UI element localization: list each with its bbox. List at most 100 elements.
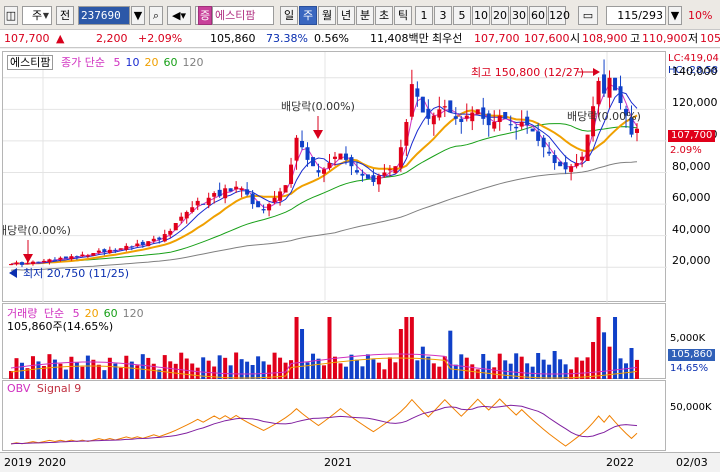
candle-body xyxy=(332,156,337,159)
volume-bar xyxy=(552,351,557,379)
obv-legend: OBV Signal 9 xyxy=(7,382,81,395)
volume-bar xyxy=(102,370,107,379)
volume-bar xyxy=(580,360,585,379)
tab-6[interactable]: 틱 xyxy=(394,6,412,25)
candle-body xyxy=(541,137,546,148)
volume-bar xyxy=(332,356,337,379)
volume-bar xyxy=(228,365,233,379)
period-select-value: 주 xyxy=(31,9,43,22)
chart-area[interactable]: 최고 150,800 (12/27) 최저 20,750 (11/25) 배당락(0… xyxy=(0,49,720,472)
candle-body xyxy=(376,175,381,185)
candle-body xyxy=(228,188,233,192)
candle-body xyxy=(245,189,250,195)
code-dropdown-icon[interactable]: ▼ xyxy=(131,6,145,25)
stock-code-input[interactable]: 237690 xyxy=(78,6,130,25)
x-axis: 2019 2020 2021 2022 02/03 xyxy=(0,452,720,472)
legend-ma-60: 60 xyxy=(163,56,178,69)
current-price: 107,700 xyxy=(4,32,50,45)
candle-body xyxy=(558,161,563,167)
interval-button-30[interactable]: 30 xyxy=(510,6,528,25)
settings-icon[interactable]: ▭ xyxy=(578,6,598,25)
volume-bar xyxy=(179,352,184,379)
volume: 105,860 xyxy=(210,32,256,45)
volume-bar xyxy=(272,352,277,379)
volume-bar xyxy=(300,329,305,379)
interval-button-120[interactable]: 120 xyxy=(548,6,570,25)
candle-body xyxy=(530,128,535,132)
count-value: 115 xyxy=(617,9,639,22)
chevron-down-icon: ▼ xyxy=(42,11,49,20)
volume-panel[interactable]: 거래량 단순 5 20 60 120 105,860주(14.65%) xyxy=(2,303,666,379)
candle-body xyxy=(519,121,524,127)
low-label: 저 xyxy=(688,32,699,45)
volume-bar xyxy=(602,332,607,379)
volume-bar xyxy=(36,361,41,379)
candle-body xyxy=(201,203,206,205)
candle-body xyxy=(349,157,354,167)
candle-body xyxy=(327,163,332,169)
volume-bar xyxy=(113,363,118,379)
candle-body xyxy=(267,204,272,211)
candle-body xyxy=(261,209,266,211)
interval-button-60[interactable]: 60 xyxy=(529,6,547,25)
period-select[interactable]: 주 ▼ xyxy=(22,6,52,25)
candle-body xyxy=(514,126,519,129)
candle-body xyxy=(289,164,294,184)
price-panel[interactable]: 최고 150,800 (12/27) 최저 20,750 (11/25) 배당락(0… xyxy=(2,51,667,303)
volume-bar xyxy=(464,357,469,379)
candle-body xyxy=(157,237,162,240)
candle-body xyxy=(9,264,13,266)
volume-pct-tag: 14.65% xyxy=(670,363,709,374)
obv-chart[interactable] xyxy=(3,381,667,452)
tab-2[interactable]: 월 xyxy=(318,6,336,25)
volume-bar xyxy=(558,359,563,379)
x-label-2021: 2021 xyxy=(324,456,352,469)
candle-body xyxy=(322,169,326,174)
low-price: 105 xyxy=(700,32,720,45)
current-pct-tag: 2.09% xyxy=(670,145,702,156)
interval-button-10[interactable]: 10 xyxy=(472,6,490,25)
count-down-icon[interactable]: ▼ xyxy=(668,6,682,25)
candle-body xyxy=(596,80,601,105)
tab-4[interactable]: 분 xyxy=(356,6,374,25)
search-icon[interactable]: ⌕ xyxy=(149,6,163,25)
obv-panel[interactable]: OBV Signal 9 xyxy=(2,380,666,451)
candle-body xyxy=(563,162,568,170)
tab-1[interactable]: 주 xyxy=(299,6,317,25)
tab-5[interactable]: 초 xyxy=(375,6,393,25)
candle-body xyxy=(212,193,217,197)
candle-body xyxy=(497,115,502,122)
candle-body xyxy=(184,211,189,219)
volume-bar xyxy=(223,357,228,379)
ask-price: 107,700 xyxy=(474,32,520,45)
high-label: 고 xyxy=(630,32,641,45)
interval-button-20[interactable]: 20 xyxy=(491,6,509,25)
candle-body xyxy=(173,223,178,231)
price-tick: 20,000 xyxy=(672,254,711,268)
x-label-2020: 2020 xyxy=(38,456,66,469)
dividend-arrow-2-icon xyxy=(313,130,323,139)
candle-body xyxy=(305,147,310,160)
tab-0[interactable]: 일 xyxy=(280,6,298,25)
candle-body xyxy=(41,260,46,263)
candle-body xyxy=(30,261,35,264)
volume-bar xyxy=(135,365,140,379)
volume-bar xyxy=(404,317,409,379)
menu-icon[interactable]: ◫ xyxy=(4,6,18,25)
price-chart[interactable]: 최고 150,800 (12/27) 최저 20,750 (11/25) 배당락(0… xyxy=(3,52,667,303)
tab-3[interactable]: 년 xyxy=(337,6,355,25)
candle-body xyxy=(107,249,112,254)
interval-button-1[interactable]: 1 xyxy=(415,6,433,25)
candle-body xyxy=(547,151,552,154)
volume-bar xyxy=(256,356,261,379)
count-field[interactable]: 115/293 xyxy=(606,6,666,25)
stock-name-field: 에스티팜 xyxy=(212,6,274,25)
prev-button[interactable]: 전 xyxy=(56,6,74,25)
volume-bar xyxy=(294,317,299,379)
obv-signal-line xyxy=(10,404,638,445)
interval-button-5[interactable]: 5 xyxy=(453,6,471,25)
candle-body xyxy=(580,156,585,161)
interval-button-3[interactable]: 3 xyxy=(434,6,452,25)
candle-body xyxy=(118,248,123,250)
speaker-icon[interactable]: ◀▾ xyxy=(167,6,191,25)
